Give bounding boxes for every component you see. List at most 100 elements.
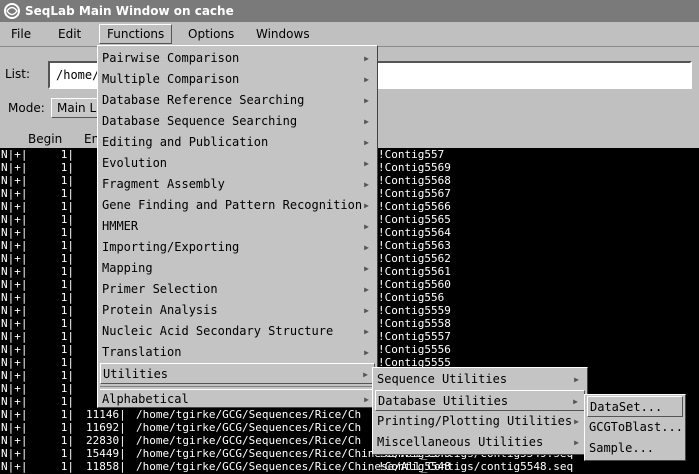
menu-item-translation[interactable]: Translation ▶ (100, 342, 375, 363)
row-begin: 1| (60, 239, 74, 252)
database-utilities-submenu: DataSet... GCGToBlast... Sample... (584, 394, 686, 461)
list-path-value: /home/ (56, 68, 100, 82)
submenu-arrow-icon: ▶ (364, 285, 369, 294)
menu-item-label: Database Reference Searching (102, 93, 305, 107)
row-flag: N|+| (1, 174, 28, 187)
menu-options[interactable]: Options (181, 25, 241, 43)
row-end: 11858| (86, 460, 126, 473)
row-flag: N|+| (1, 447, 28, 460)
row-begin: 1| (60, 434, 74, 447)
row-end: 22830| (86, 434, 126, 447)
menu-item-evolution[interactable]: Evolution ▶ (100, 153, 375, 174)
menu-item-database-sequence-searching[interactable]: Database Sequence Searching ▶ (100, 111, 375, 132)
row-contig: !Contig5558 (378, 317, 451, 330)
row-contig: !Contig5556 (378, 343, 451, 356)
row-begin: 1| (60, 252, 74, 265)
submenu-arrow-icon: ▶ (364, 243, 369, 252)
menu-item-label: Database Sequence Searching (102, 114, 298, 128)
menu-item-label: Primer Selection (102, 282, 218, 296)
functions-menu: Pairwise Comparison ▶ Multiple Comparison ▶… (97, 45, 378, 408)
row-contig: !Contig5568 (378, 174, 451, 187)
menu-item-label: Alphabetical (102, 392, 189, 406)
window-titlebar[interactable]: SeqLab Main Window on cache (0, 0, 699, 22)
submenu-arrow-icon: ▶ (574, 375, 579, 384)
menu-item-label: Multiple Comparison (102, 72, 240, 86)
menu-item-label: Utilities (103, 367, 169, 381)
menu-item-editing-and-publication[interactable]: Editing and Publication ▶ (100, 132, 375, 153)
mode-selector[interactable]: Main L (51, 98, 101, 118)
row-contig: !Contig5557 (378, 330, 451, 343)
menu-item-mapping[interactable]: Mapping ▶ (100, 258, 375, 279)
menu-item-protein-analysis[interactable]: Protein Analysis ▶ (100, 300, 375, 321)
submenu-arrow-icon: ▶ (574, 438, 579, 447)
row-flag: N|+| (1, 330, 28, 343)
menu-item-importing-exporting[interactable]: Importing/Exporting ▶ (100, 237, 375, 258)
menubar: File Edit Functions Options Windows (0, 22, 699, 47)
row-contig: !Contig5562 (378, 252, 451, 265)
menu-item-database-utilities[interactable]: Database Utilities ▶ (375, 390, 585, 411)
row-flag: N|+| (1, 291, 28, 304)
row-flag: N|+| (1, 278, 28, 291)
menu-item-database-reference-searching[interactable]: Database Reference Searching ▶ (100, 90, 375, 111)
menu-item-label: Evolution (102, 156, 168, 170)
menu-item-printing-plotting-utilities[interactable]: Printing/Plotting Utilities ▶ (375, 411, 585, 432)
row-path: /home/tgirke/GCG/Sequences/Rice/Ch (136, 421, 362, 434)
submenu-arrow-icon: ▶ (364, 201, 369, 210)
menu-item-label: Translation (102, 345, 182, 359)
menu-item-multiple-comparison[interactable]: Multiple Comparison ▶ (100, 69, 375, 90)
menu-item-miscellaneous-utilities[interactable]: Miscellaneous Utilities ▶ (375, 432, 585, 453)
row-begin: 1| (60, 330, 74, 343)
menu-item-label: Editing and Publication (102, 135, 269, 149)
row-flag: N|+| (1, 265, 28, 278)
utilities-submenu: Sequence Utilities ▶ Database Utilities ▶ Pr… (372, 367, 588, 455)
row-begin: 1| (60, 317, 74, 330)
row-path: /home/tgirke/GCG/Sequences/Rice/Chinese/… (136, 460, 574, 473)
menu-item-label: Protein Analysis (102, 303, 218, 317)
row-flag: N|+| (1, 148, 28, 161)
menu-item-label: Database Utilities (378, 394, 509, 408)
menu-windows[interactable]: Windows (249, 25, 317, 43)
submenu-arrow-icon: ▶ (364, 348, 369, 357)
row-begin: 1| (60, 278, 74, 291)
row-flag: N|+| (1, 421, 28, 434)
row-flag: N|+| (1, 382, 28, 395)
menu-item-alphabetical[interactable]: Alphabetical ▶ (100, 389, 375, 410)
menu-item-hmmer[interactable]: HMMER ▶ (100, 216, 375, 237)
mode-label: Mode: (8, 101, 45, 115)
row-path: /home/tgirke/GCG/Sequences/Rice/Ch (136, 434, 362, 447)
submenu-arrow-icon: ▶ (364, 327, 369, 336)
menu-item-gene-finding-and-pattern-recognition[interactable]: Gene Finding and Pattern Recognition ▶ (100, 195, 375, 216)
row-begin: 1| (60, 291, 74, 304)
submenu-arrow-icon: ▶ (364, 117, 369, 126)
menu-item-label: Pairwise Comparison (102, 51, 240, 65)
submenu-arrow-icon: ▶ (364, 306, 369, 315)
row-begin: 1| (60, 447, 74, 460)
submenu-arrow-icon: ▶ (573, 397, 578, 406)
row-begin: 1| (60, 356, 74, 369)
menu-functions[interactable]: Functions (99, 24, 173, 44)
menu-item-pairwise-comparison[interactable]: Pairwise Comparison ▶ (100, 48, 375, 69)
menu-file[interactable]: File (4, 25, 38, 43)
menu-item-gcgtoblast[interactable]: GCGToBlast... (587, 417, 683, 438)
menu-item-sample[interactable]: Sample... (587, 438, 683, 459)
sequence-row[interactable]: N|+| 1| 11858| /home/tgirke/GCG/Sequences/R… (0, 460, 699, 473)
menu-item-sequence-utilities[interactable]: Sequence Utilities ▶ (375, 369, 585, 390)
row-flag: N|+| (1, 226, 28, 239)
row-contig: !Contig5559 (378, 304, 451, 317)
submenu-arrow-icon: ▶ (364, 222, 369, 231)
row-flag: N|+| (1, 395, 28, 408)
menu-item-dataset[interactable]: DataSet... (587, 396, 683, 417)
menu-item-utilities[interactable]: Utilities ▶ (100, 363, 375, 384)
row-contig: !Contig5566 (378, 200, 451, 213)
menu-item-fragment-assembly[interactable]: Fragment Assembly ▶ (100, 174, 375, 195)
row-begin: 1| (60, 174, 74, 187)
submenu-arrow-icon: ▶ (364, 180, 369, 189)
header-begin: Begin (28, 132, 63, 146)
submenu-arrow-icon: ▶ (364, 75, 369, 84)
row-flag: N|+| (1, 239, 28, 252)
menu-item-primer-selection[interactable]: Primer Selection ▶ (100, 279, 375, 300)
menu-item-nucleic-acid-secondary-structure[interactable]: Nucleic Acid Secondary Structure ▶ (100, 321, 375, 342)
submenu-arrow-icon: ▶ (364, 138, 369, 147)
menu-edit[interactable]: Edit (51, 25, 88, 43)
row-begin: 1| (60, 421, 74, 434)
